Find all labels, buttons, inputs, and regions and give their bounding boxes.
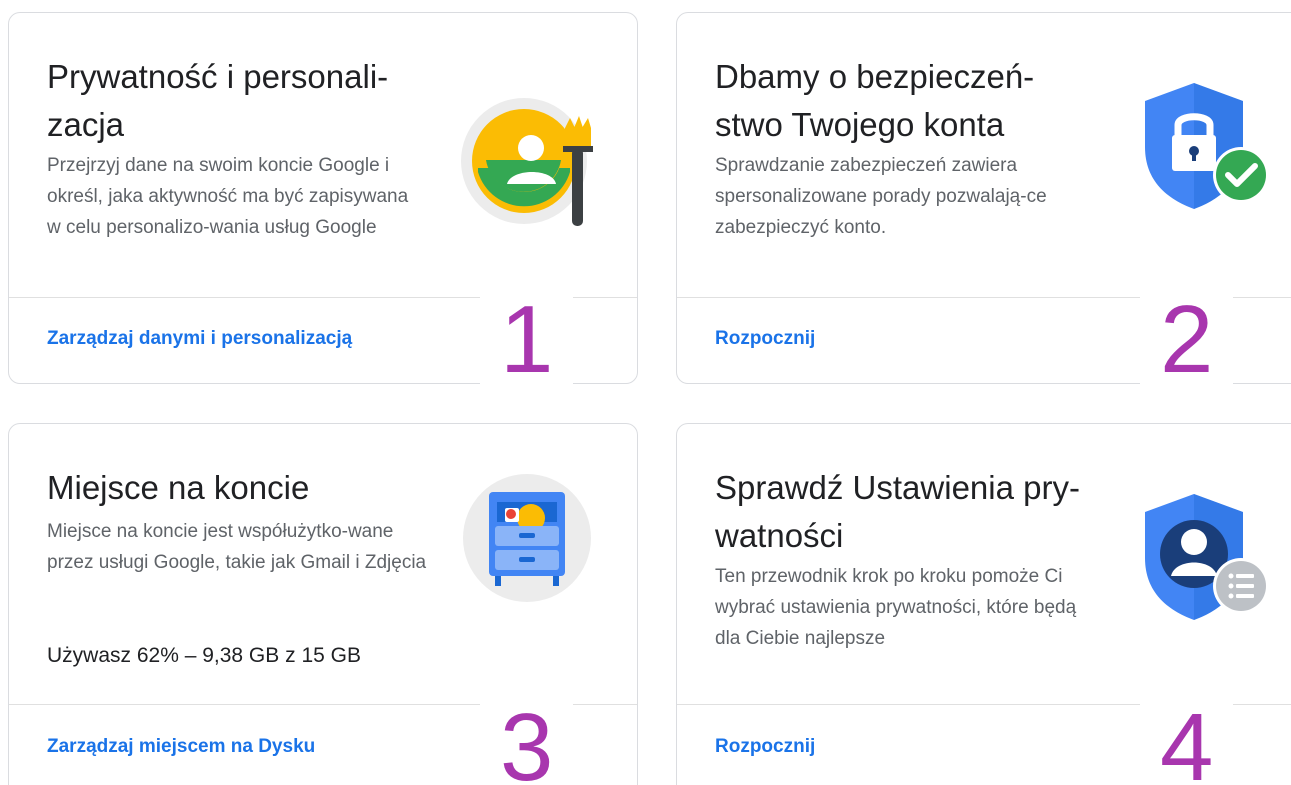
start-privacy-checkup-link[interactable]: Rozpocznij: [715, 736, 815, 758]
step-number-3: 3: [480, 700, 574, 785]
card-title: Sprawdź Ustawienia pry- watności: [715, 464, 1095, 560]
step-number-2: 2: [1140, 292, 1234, 388]
card-description: Miejsce na koncie jest współużytko-wane …: [47, 521, 427, 573]
card-description: Ten przewodnik krok po kroku pomoże Ci w…: [715, 566, 1077, 649]
storage-usage-text: Używasz 62% – 9,38 GB z 15 GB: [47, 644, 361, 667]
step-number-1: 1: [480, 292, 574, 388]
card-title-line: zacja: [47, 106, 125, 143]
shield-person-list-icon: [1139, 492, 1279, 642]
card-title-line: stwo Twojego konta: [715, 106, 1005, 143]
card-title: Miejsce na koncie: [47, 469, 310, 506]
storage-cabinet-icon: [461, 472, 593, 604]
start-security-check-link[interactable]: Rozpocznij: [715, 328, 815, 350]
manage-drive-storage-link[interactable]: Zarządzaj miejscem na Dysku: [47, 736, 315, 758]
card-title-line: Prywatność i personali-: [47, 58, 389, 95]
step-number-4: 4: [1140, 700, 1234, 785]
card-title-line: watności: [715, 517, 844, 554]
card-title-line: Sprawdź Ustawienia pry-: [715, 469, 1080, 506]
card-title: Prywatność i personali- zacja: [47, 53, 427, 149]
google-account-cards: Prywatność i personali- zacja Przejrzyj …: [0, 0, 1291, 785]
card-description: Przejrzyj dane na swoim koncie Google i …: [47, 155, 409, 238]
manage-data-personalization-link[interactable]: Zarządzaj danymi i personalizacją: [47, 328, 352, 350]
card-description: Sprawdzanie zabezpieczeń zawiera sperson…: [715, 155, 1047, 238]
card-title: Dbamy o bezpieczeń- stwo Twojego konta: [715, 53, 1095, 149]
shield-lock-check-icon: [1139, 81, 1279, 231]
card-title-line: Dbamy o bezpieczeń-: [715, 58, 1035, 95]
personalization-icon: [461, 98, 601, 238]
